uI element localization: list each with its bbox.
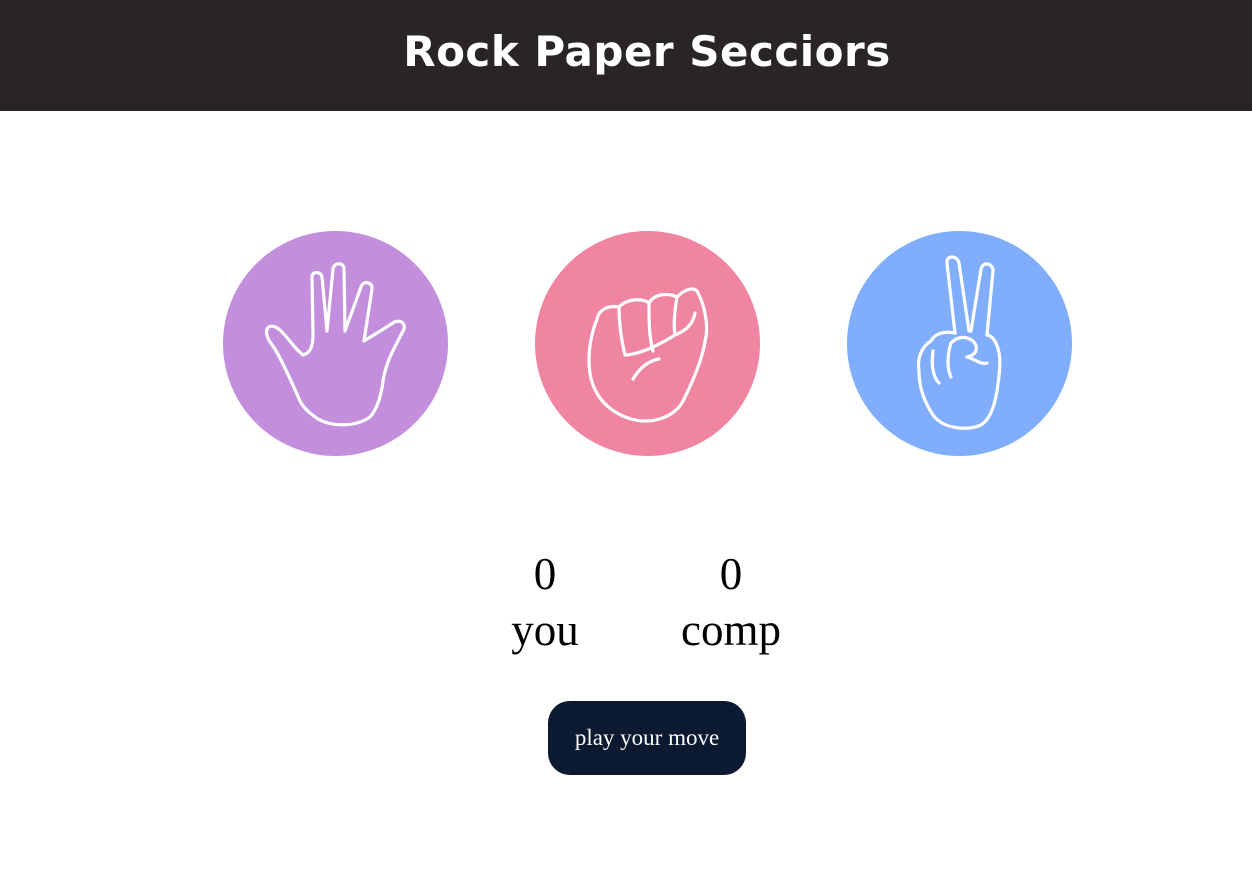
paper-choice-button[interactable]	[223, 231, 448, 456]
comp-score-label: comp	[681, 605, 781, 655]
rock-choice-button[interactable]	[535, 231, 760, 456]
user-score-label: you	[511, 605, 579, 655]
user-score-value: 0	[533, 549, 557, 599]
scissors-choice-button[interactable]	[847, 231, 1072, 456]
comp-score-block: 0 comp	[670, 546, 792, 658]
play-your-move-button[interactable]: play your move	[548, 701, 746, 775]
open-hand-icon	[264, 262, 406, 427]
header-bar: Rock Paper Secciors	[0, 0, 1252, 111]
peace-hand-icon	[916, 255, 1002, 430]
user-score-block: 0 you	[494, 546, 596, 658]
page-title: Rock Paper Secciors	[403, 27, 891, 76]
fist-icon	[587, 287, 709, 423]
comp-score-value: 0	[719, 549, 743, 599]
